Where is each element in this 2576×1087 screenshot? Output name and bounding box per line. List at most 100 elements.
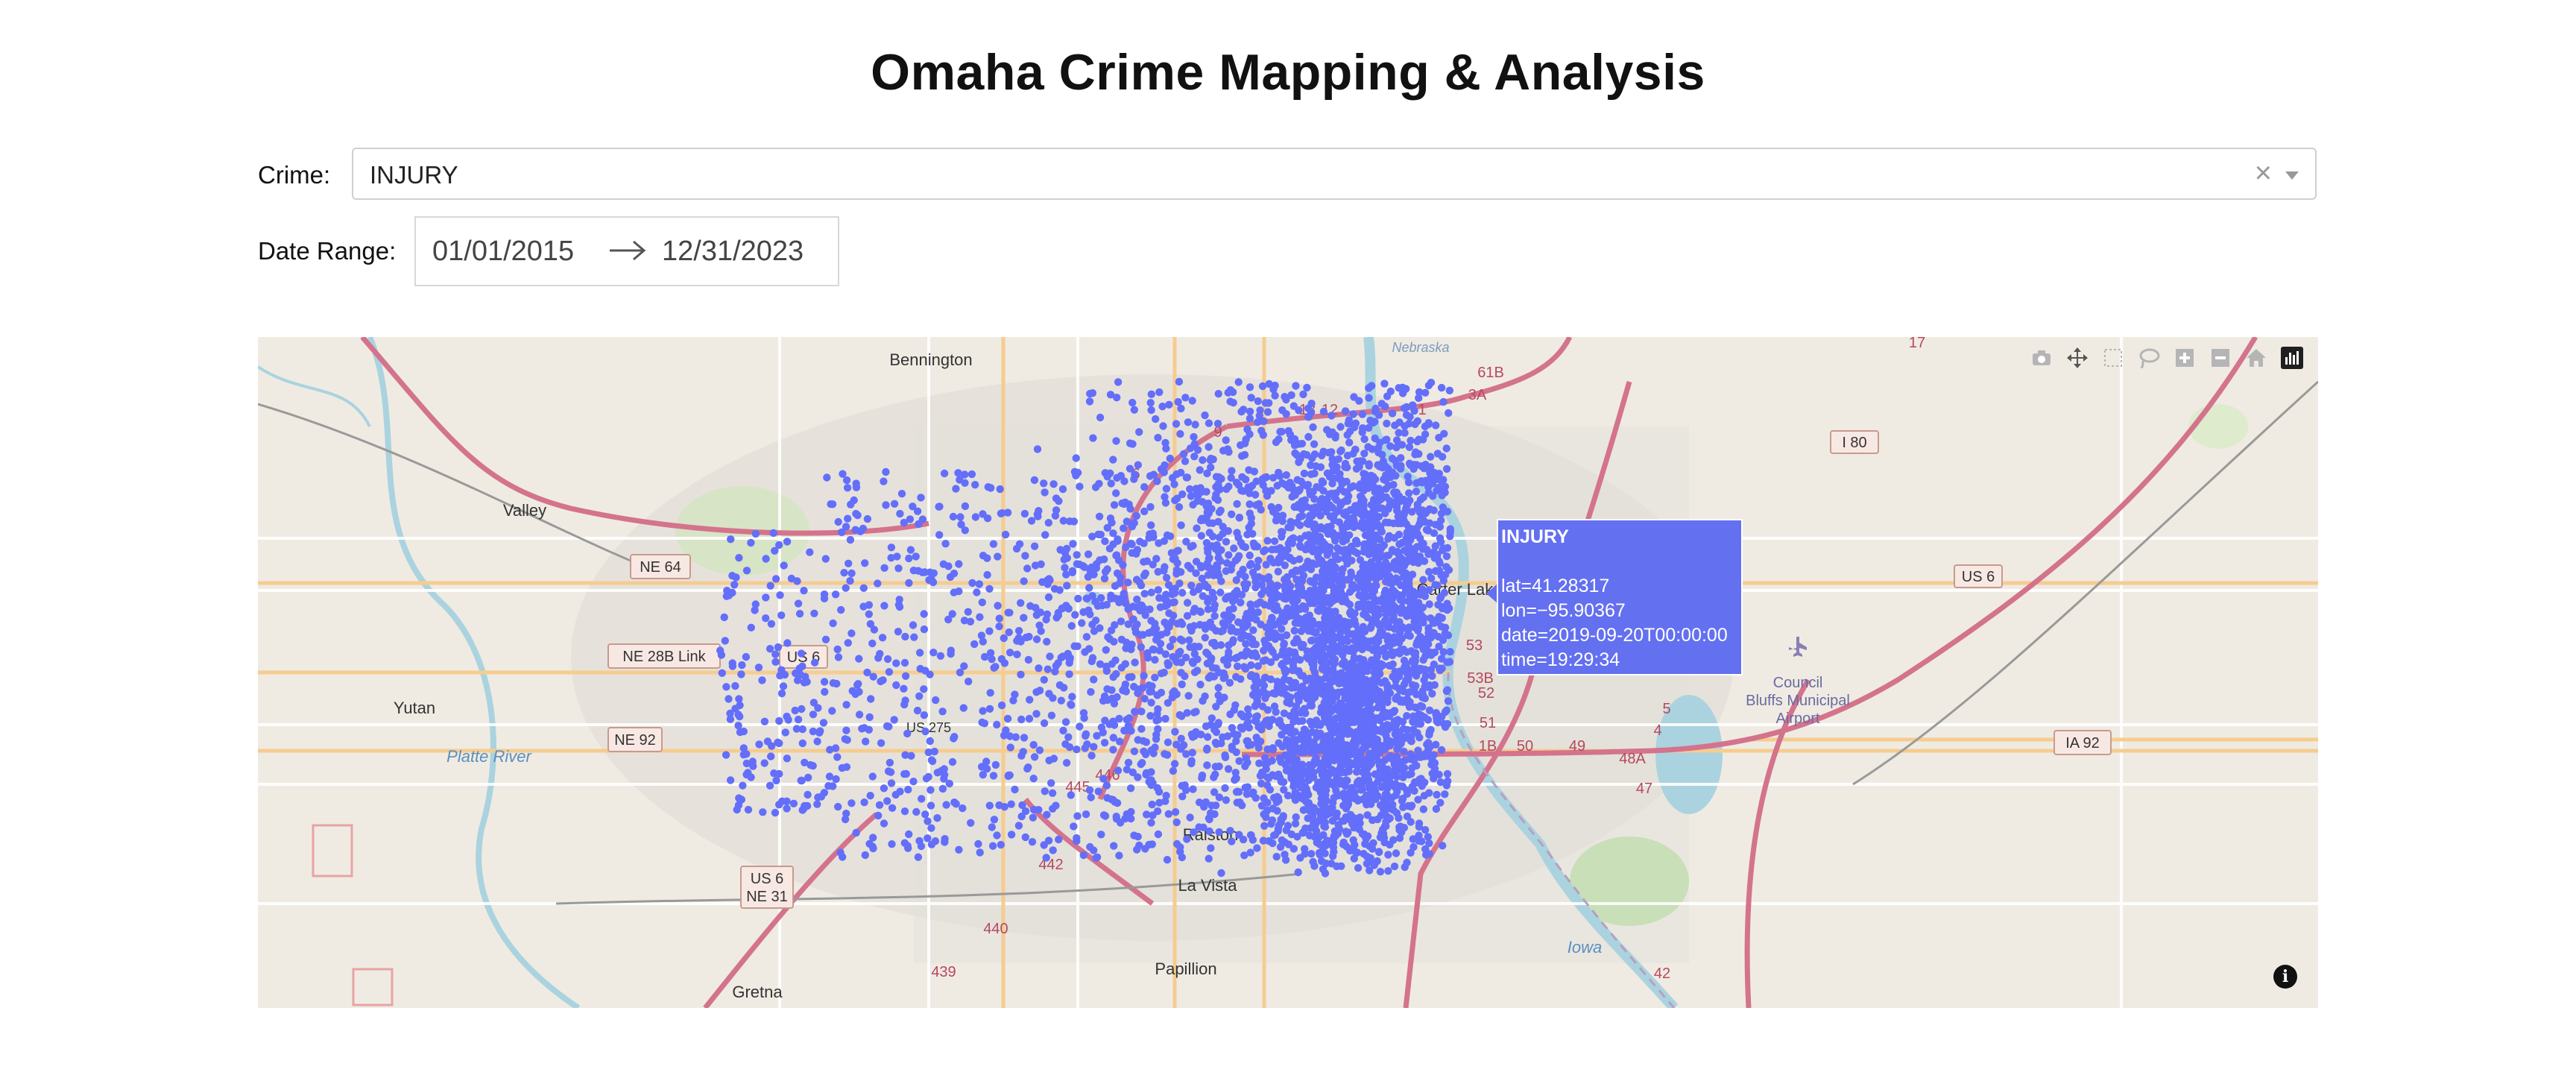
crime-marker[interactable] [1391,500,1399,508]
crime-marker[interactable] [720,613,728,622]
crime-marker[interactable] [1188,397,1196,405]
crime-marker[interactable] [1161,650,1170,658]
crime-marker[interactable] [1328,479,1336,488]
crime-marker[interactable] [865,713,874,722]
crime-marker[interactable] [1435,567,1444,575]
crime-marker[interactable] [1354,864,1363,872]
crime-marker[interactable] [1290,639,1298,647]
crime-marker[interactable] [1160,537,1169,545]
crime-marker[interactable] [1395,530,1404,539]
crime-marker[interactable] [1061,564,1069,572]
crime-marker[interactable] [921,727,929,736]
crime-marker[interactable] [1251,491,1260,499]
crime-marker[interactable] [1314,645,1323,654]
crime-marker[interactable] [1371,522,1380,530]
crime-marker[interactable] [913,706,922,715]
crime-marker[interactable] [1319,567,1327,576]
crime-marker[interactable] [1083,740,1091,749]
crime-marker[interactable] [971,481,979,489]
crime-marker[interactable] [1046,576,1054,585]
crime-marker[interactable] [1215,828,1223,836]
crime-marker[interactable] [1032,611,1041,620]
crime-marker[interactable] [1356,509,1365,517]
crime-marker[interactable] [1376,868,1385,876]
crime-marker[interactable] [939,560,947,568]
crime-marker[interactable] [1409,532,1418,540]
crime-marker[interactable] [1087,657,1096,666]
crime-marker[interactable] [1405,489,1413,497]
crime-marker[interactable] [1208,519,1217,527]
crime-marker[interactable] [1187,730,1196,739]
crime-marker[interactable] [1401,663,1409,671]
crime-marker[interactable] [1052,801,1060,810]
crime-marker[interactable] [817,793,826,801]
crime-marker[interactable] [1433,450,1442,458]
crime-marker[interactable] [912,552,920,561]
crime-marker[interactable] [1343,576,1352,584]
crime-marker[interactable] [1153,807,1162,816]
crime-marker[interactable] [1317,857,1326,866]
crime-marker[interactable] [1293,567,1301,576]
crime-marker[interactable] [1178,588,1187,597]
crime-marker[interactable] [941,838,949,846]
crime-marker[interactable] [1272,794,1281,802]
crime-marker[interactable] [1254,662,1263,670]
crime-marker[interactable] [1375,669,1383,678]
crime-marker[interactable] [842,701,850,709]
crime-marker[interactable] [1211,738,1220,747]
crime-marker[interactable] [803,801,812,810]
crime-marker[interactable] [905,554,913,563]
crime-marker[interactable] [1183,611,1192,620]
crime-marker[interactable] [1131,708,1139,716]
crime-marker[interactable] [960,617,969,625]
crime-marker[interactable] [970,640,979,649]
crime-marker[interactable] [1406,631,1415,640]
crime-marker[interactable] [1416,517,1425,526]
crime-marker[interactable] [1309,547,1317,555]
crime-marker[interactable] [1128,549,1136,557]
crime-marker[interactable] [1012,544,1021,553]
crime-marker[interactable] [1362,675,1370,684]
crime-marker[interactable] [994,602,1002,610]
crime-marker[interactable] [896,509,904,518]
crime-marker[interactable] [1228,510,1236,518]
crime-marker[interactable] [1319,808,1328,816]
crime-marker[interactable] [765,781,774,790]
crime-marker[interactable] [1126,464,1134,473]
crime-marker[interactable] [865,725,873,734]
crime-marker[interactable] [1412,448,1420,456]
crime-marker[interactable] [1120,524,1128,532]
crime-marker[interactable] [1285,754,1293,762]
crime-marker[interactable] [1257,620,1265,628]
crime-marker[interactable] [1192,558,1201,566]
crime-marker[interactable] [1042,854,1050,862]
crime-marker[interactable] [1214,390,1222,398]
crime-marker[interactable] [1172,658,1181,667]
crime-marker[interactable] [1443,606,1451,614]
crime-marker[interactable] [1044,593,1053,602]
crime-marker[interactable] [762,593,770,602]
crime-marker[interactable] [887,544,896,552]
crime-marker[interactable] [1391,780,1400,788]
crime-marker[interactable] [809,727,818,736]
crime-marker[interactable] [921,568,929,576]
crime-marker[interactable] [1146,502,1155,511]
crime-marker[interactable] [798,725,806,734]
crime-marker[interactable] [1140,507,1149,516]
crime-marker[interactable] [1351,609,1359,617]
crime-marker[interactable] [1113,394,1121,402]
crime-marker[interactable] [1388,409,1397,418]
crime-marker[interactable] [1151,655,1159,664]
crime-marker[interactable] [1172,818,1181,827]
crime-marker[interactable] [1187,492,1196,500]
crime-marker[interactable] [1154,433,1162,442]
crime-marker[interactable] [1412,461,1421,469]
crime-marker[interactable] [853,511,862,520]
crime-marker[interactable] [1310,862,1319,870]
crime-marker[interactable] [1372,618,1381,627]
crime-marker[interactable] [1048,789,1057,797]
crime-marker[interactable] [1319,865,1328,873]
crime-marker[interactable] [927,575,935,584]
crime-marker[interactable] [1389,672,1397,681]
crime-marker[interactable] [1060,555,1068,564]
